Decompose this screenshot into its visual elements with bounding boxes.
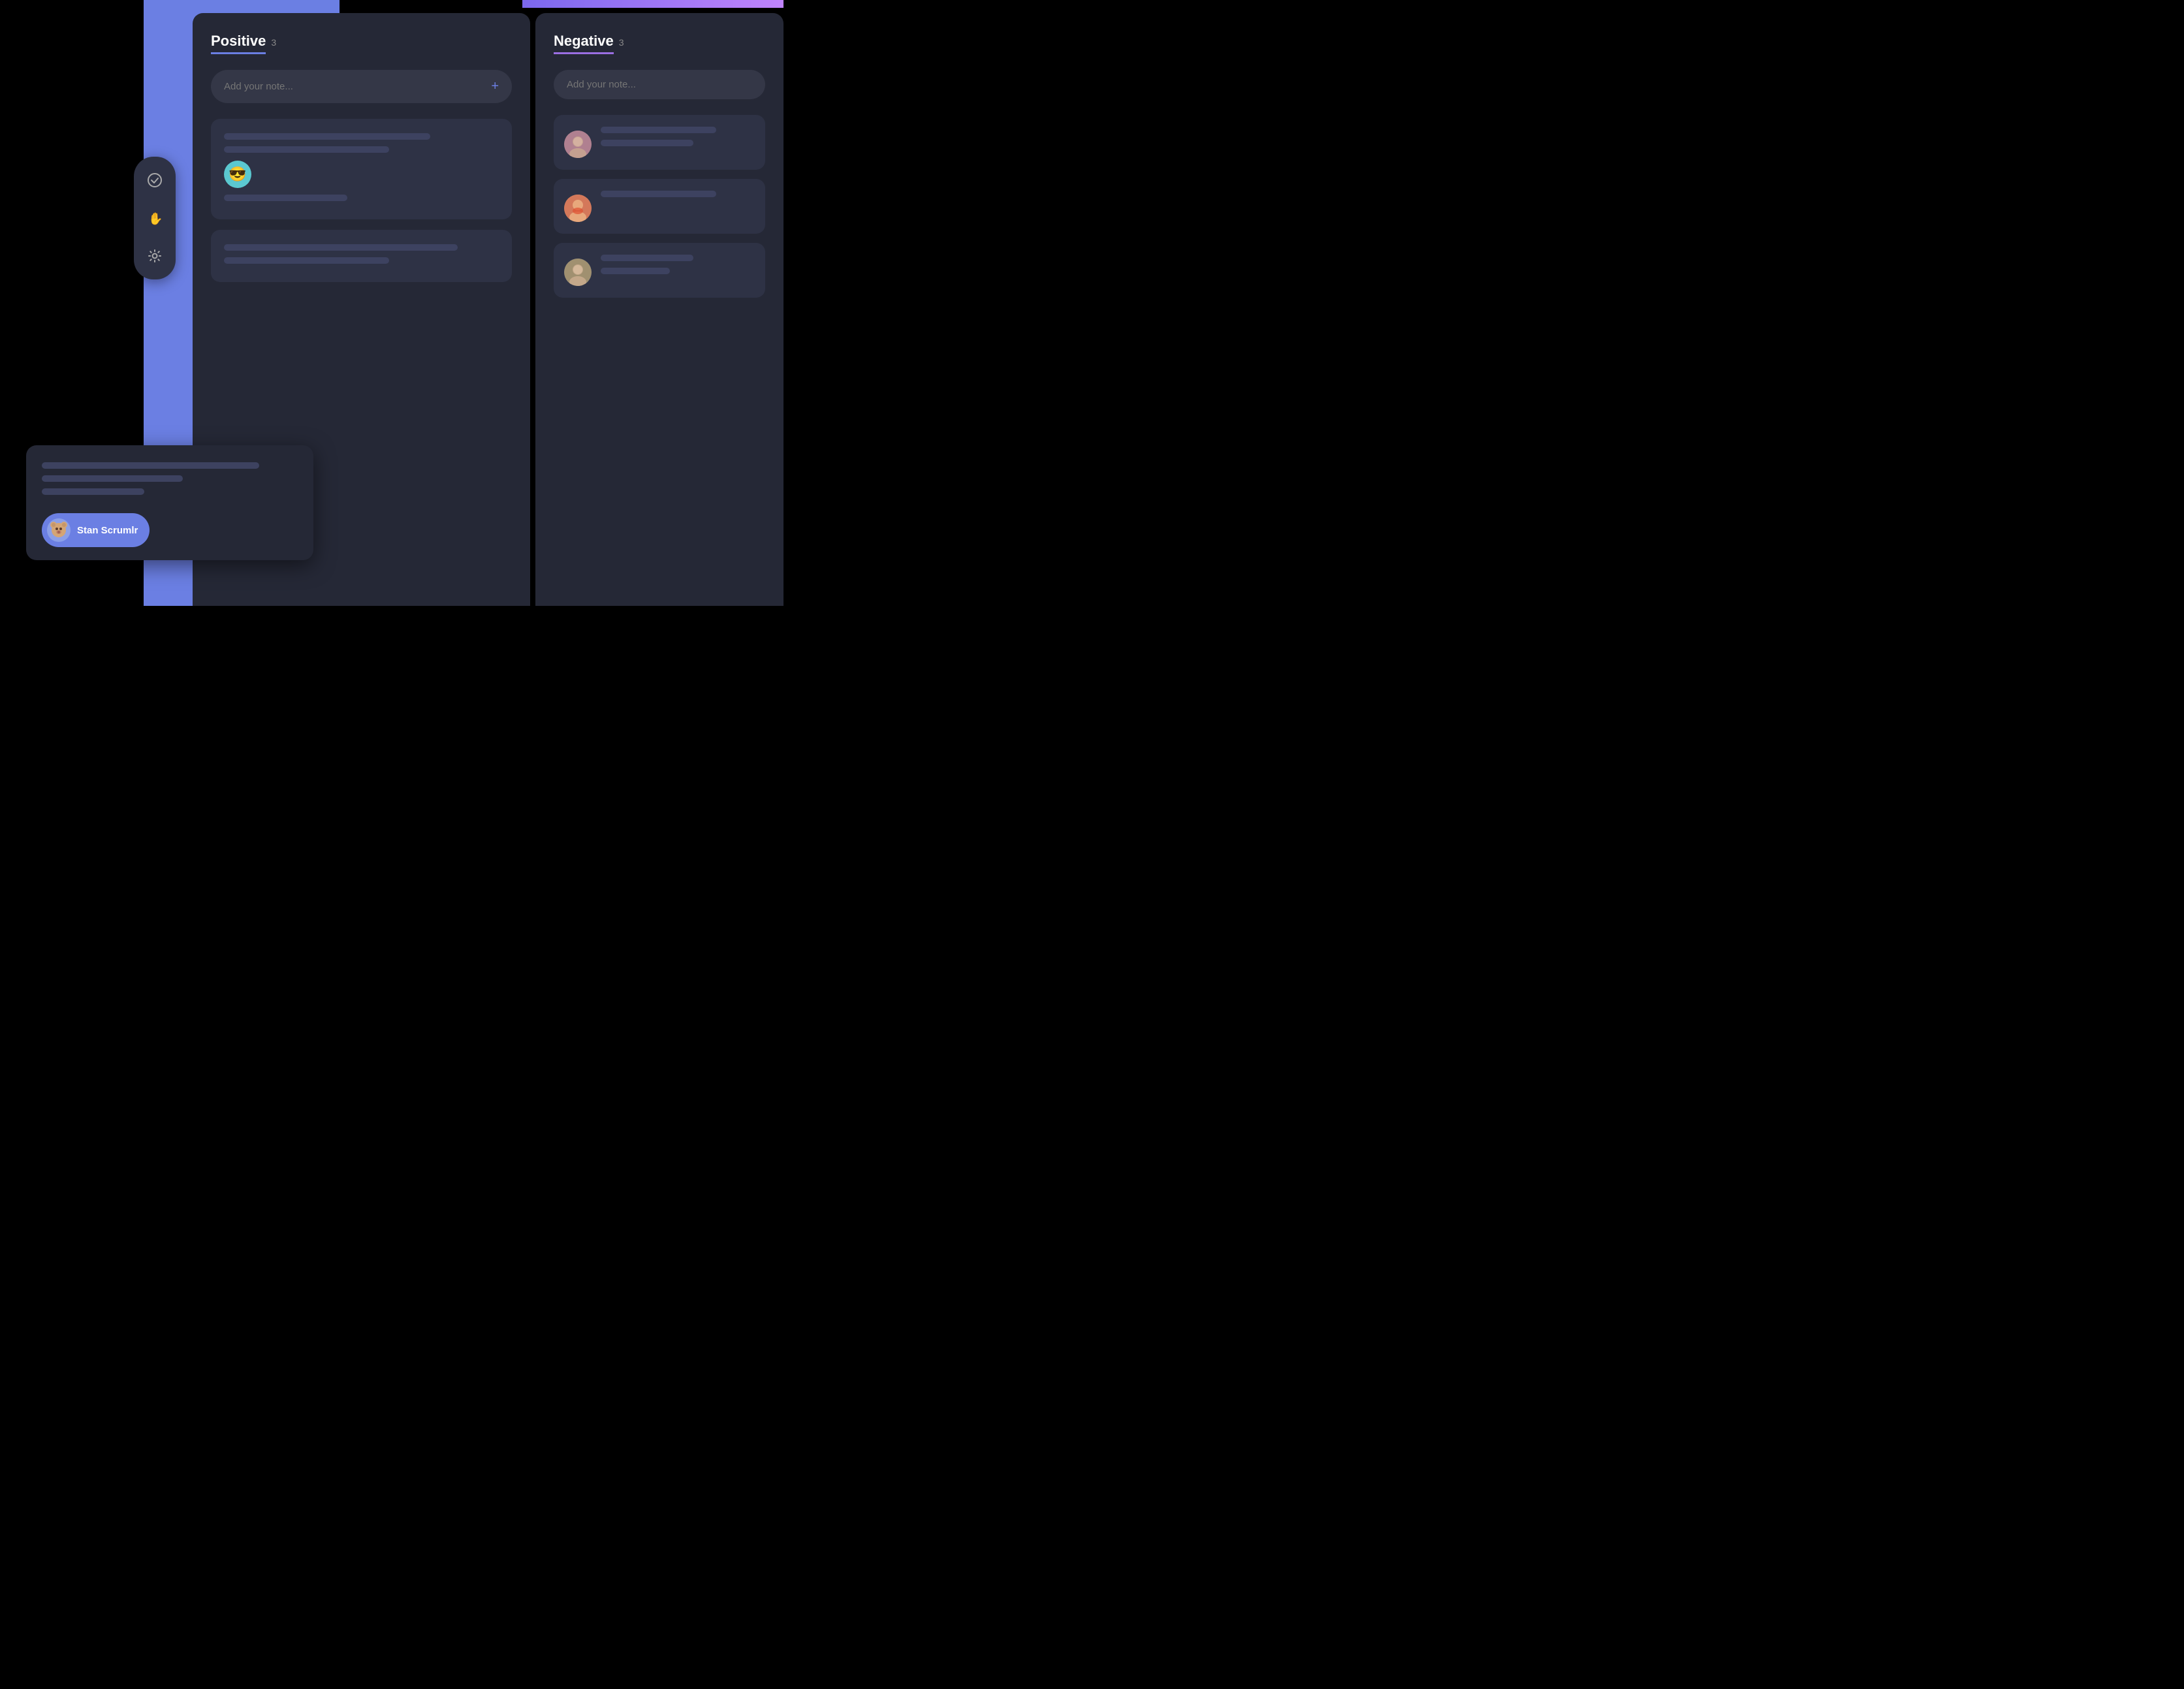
negative-card-1 (554, 115, 765, 170)
top-gradient-bar (522, 0, 783, 8)
negative-title: Negative (554, 33, 614, 54)
positive-header: Positive 3 (211, 33, 512, 54)
negative-note-input-wrap[interactable] (554, 70, 765, 99)
negative-card-3 (554, 243, 765, 298)
user-badge: Stan Scrumlr (42, 513, 150, 547)
negative-card-2 (554, 179, 765, 234)
neg-card-content (601, 255, 755, 281)
card-line (601, 268, 670, 274)
neg-card-content (601, 191, 755, 204)
negative-count: 3 (619, 37, 624, 48)
negative-column: Negative 3 (535, 13, 783, 606)
avatar: 😎 (224, 161, 251, 188)
card-line (601, 191, 716, 197)
positive-card-2 (211, 230, 512, 282)
card-line (601, 255, 693, 261)
negative-note-input[interactable] (567, 79, 752, 90)
card-line (224, 257, 389, 264)
avatar (564, 131, 592, 158)
card-line (224, 146, 389, 153)
avatar (564, 259, 592, 286)
card-line (224, 195, 347, 201)
avatar (564, 195, 592, 222)
user-badge-name: Stan Scrumlr (77, 525, 138, 536)
check-icon[interactable] (143, 168, 166, 192)
positive-card-1: 😎 (211, 119, 512, 219)
sidebar-icons-panel: ✋ (134, 157, 176, 279)
neg-card-content (601, 127, 755, 153)
card-line (42, 462, 259, 469)
floating-card: Stan Scrumlr (26, 445, 313, 560)
positive-count: 3 (271, 37, 276, 48)
card-line (601, 140, 693, 146)
svg-text:✋: ✋ (148, 212, 162, 225)
card-line (224, 244, 458, 251)
negative-header: Negative 3 (554, 33, 765, 54)
wave-icon[interactable]: ✋ (143, 206, 166, 230)
card-line (224, 133, 430, 140)
settings-icon[interactable] (143, 244, 166, 268)
user-badge-avatar (47, 518, 71, 542)
positive-note-input[interactable] (224, 81, 491, 92)
card-line (42, 488, 144, 495)
card-line (601, 127, 716, 133)
positive-note-input-wrap[interactable]: + (211, 70, 512, 103)
card-line (42, 475, 183, 482)
positive-title: Positive (211, 33, 266, 54)
positive-add-button[interactable]: + (491, 79, 499, 94)
